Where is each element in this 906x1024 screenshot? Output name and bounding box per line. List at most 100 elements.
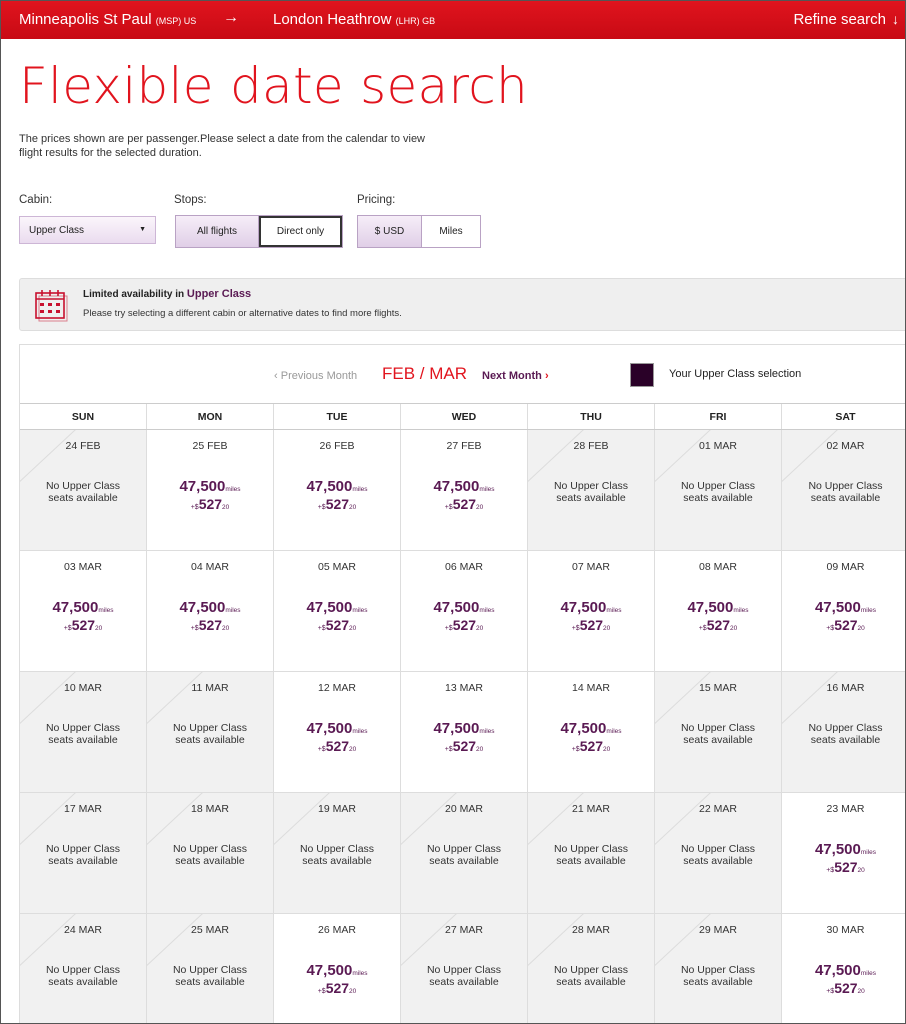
calendar-day-available[interactable]: 13 MAR 47,500miles +$52720: [401, 672, 528, 793]
miles-unit: miles: [860, 849, 877, 856]
cash-price: +$52720: [147, 617, 273, 635]
miles-price: 47,500miles: [401, 720, 527, 738]
refine-search-button[interactable]: Refine search ↓: [793, 11, 899, 28]
next-month-link[interactable]: Next Month ›: [482, 370, 549, 382]
calendar-day-unavailable: 27 MAR No Upper Class seats available: [401, 914, 528, 1023]
price-prefix: +$: [826, 625, 835, 632]
origin-code: (MSP) US: [155, 16, 197, 26]
destination-city: London Heathrow: [273, 11, 392, 28]
miles-unit: miles: [352, 486, 368, 493]
miles-amount: 47,500: [814, 841, 861, 858]
calendar-day-available[interactable]: 23 MAR 47,500miles +$52720: [782, 793, 905, 914]
price-amount: 527: [325, 738, 350, 754]
day-date: 26 MAR: [318, 924, 356, 936]
calendar-day-available[interactable]: 03 MAR 47,500miles +$52720: [20, 551, 147, 672]
price-amount: 527: [834, 617, 858, 633]
miles-amount: 47,500: [433, 599, 480, 616]
cash-price: +$52720: [528, 738, 654, 756]
miles-price: 47,500miles: [655, 599, 781, 617]
calendar-day-unavailable: 11 MAR No Upper Class seats available: [147, 672, 274, 793]
pricing-usd-button[interactable]: $ USD: [358, 216, 422, 247]
pricing-miles-button[interactable]: Miles: [422, 216, 480, 247]
pricing-toggle: $ USD Miles: [357, 215, 481, 248]
calendar-day-available[interactable]: 25 FEB 47,500miles +$52720: [147, 430, 274, 551]
no-seats-line-1: No Upper Class: [808, 480, 883, 492]
origin: Minneapolis St Paul (MSP) US: [19, 11, 196, 28]
calendar-day-available[interactable]: 05 MAR 47,500miles +$52720: [274, 551, 401, 672]
miles-price: 47,500miles: [274, 478, 400, 496]
calendar-day-available[interactable]: 04 MAR 47,500miles +$52720: [147, 551, 274, 672]
calendar-day-unavailable: 29 MAR No Upper Class seats available: [655, 914, 782, 1023]
price-cents: 20: [730, 625, 738, 632]
no-seats-line-2: seats available: [810, 734, 881, 746]
weekday-sat: SAT: [835, 410, 856, 423]
no-seats-text: No Upper Class seats available: [147, 722, 273, 746]
calendar-day-unavailable: 16 MAR No Upper Class seats available: [782, 672, 905, 793]
miles-amount: 47,500: [306, 962, 353, 979]
miles-price: 47,500miles: [401, 599, 527, 617]
miles-unit: miles: [860, 607, 877, 614]
miles-amount: 47,500: [179, 478, 226, 495]
weekday-tue: TUE: [274, 404, 401, 429]
calendar-day-available[interactable]: 26 FEB 47,500miles +$52720: [274, 430, 401, 551]
day-date: 18 MAR: [191, 803, 229, 815]
price-amount: 527: [198, 617, 223, 633]
no-seats-line-1: No Upper Class: [808, 722, 883, 734]
calendar-day-available[interactable]: 06 MAR 47,500miles +$52720: [401, 551, 528, 672]
pricing-label: Pricing:: [357, 194, 396, 206]
cash-price: +$52720: [274, 617, 400, 635]
route-bar: Minneapolis St Paul (MSP) US → London He…: [1, 1, 905, 39]
no-seats-line-2: seats available: [429, 976, 499, 988]
calendar-day-available[interactable]: 14 MAR 47,500miles +$52720: [528, 672, 655, 793]
cabin-select[interactable]: Upper Class ▼: [19, 216, 156, 244]
no-seats-line-2: seats available: [175, 855, 245, 867]
miles-price: 47,500miles: [20, 599, 146, 617]
day-date: 27 MAR: [445, 924, 483, 936]
miles-amount: 47,500: [306, 720, 353, 737]
calendar-day-available[interactable]: 09 MAR 47,500miles +$52720: [782, 551, 905, 672]
no-seats-line-2: seats available: [48, 976, 118, 988]
stops-direct-only-button[interactable]: Direct only: [259, 216, 342, 247]
previous-month-link[interactable]: ‹ Previous Month: [274, 370, 357, 382]
miles-amount: 47,500: [433, 720, 480, 737]
day-date: 14 MAR: [572, 682, 610, 694]
price-prefix: +$: [63, 625, 72, 632]
stops-all-flights-button[interactable]: All flights: [176, 216, 259, 247]
miles-amount: 47,500: [179, 599, 226, 616]
miles-amount: 47,500: [306, 478, 353, 495]
cash-price: +$52720: [147, 496, 273, 514]
miles-price: 47,500miles: [782, 962, 905, 980]
price-prefix: +$: [190, 625, 199, 632]
no-seats-line-2: seats available: [556, 976, 626, 988]
calendar-day-available[interactable]: 07 MAR 47,500miles +$52720: [528, 551, 655, 672]
previous-month-label: Previous Month: [280, 370, 358, 382]
calendar-day-available[interactable]: 30 MAR 47,500miles +$52720: [782, 914, 905, 1023]
day-date: 22 MAR: [699, 803, 737, 815]
calendar-day-available[interactable]: 08 MAR 47,500miles +$52720: [655, 551, 782, 672]
calendar-day-unavailable: 15 MAR No Upper Class seats available: [655, 672, 782, 793]
weekday-mon: MON: [147, 404, 274, 429]
no-seats-line-2: seats available: [810, 492, 881, 504]
day-date: 06 MAR: [445, 561, 483, 573]
no-seats-line-2: seats available: [48, 492, 118, 504]
miles-amount: 47,500: [814, 599, 861, 616]
weekday-thu: THU: [528, 404, 655, 429]
selection-legend-swatch: [630, 363, 654, 387]
day-date: 17 MAR: [64, 803, 102, 815]
day-date: 28 FEB: [573, 440, 609, 452]
miles-price: 47,500miles: [147, 599, 273, 617]
cabin-label: Cabin:: [19, 194, 53, 206]
price-cents: 20: [476, 746, 484, 753]
weekday-fri: FRI: [655, 404, 782, 429]
calendar-day-available[interactable]: 27 FEB 47,500miles +$52720: [401, 430, 528, 551]
arrow-down-icon: ↓: [892, 11, 899, 27]
calendar-day-unavailable: 25 MAR No Upper Class seats available: [147, 914, 274, 1023]
day-date: 30 MAR: [826, 924, 865, 936]
day-date: 08 MAR: [699, 561, 737, 573]
miles-price: 47,500miles: [782, 841, 905, 859]
calendar-day-unavailable: 02 MAR No Upper Class seats available: [782, 430, 905, 551]
calendar-day-available[interactable]: 12 MAR 47,500miles +$52720: [274, 672, 401, 793]
calendar-day-available[interactable]: 26 MAR 47,500miles +$52720: [274, 914, 401, 1023]
day-date: 23 MAR: [826, 803, 865, 815]
miles-unit: miles: [352, 607, 368, 614]
